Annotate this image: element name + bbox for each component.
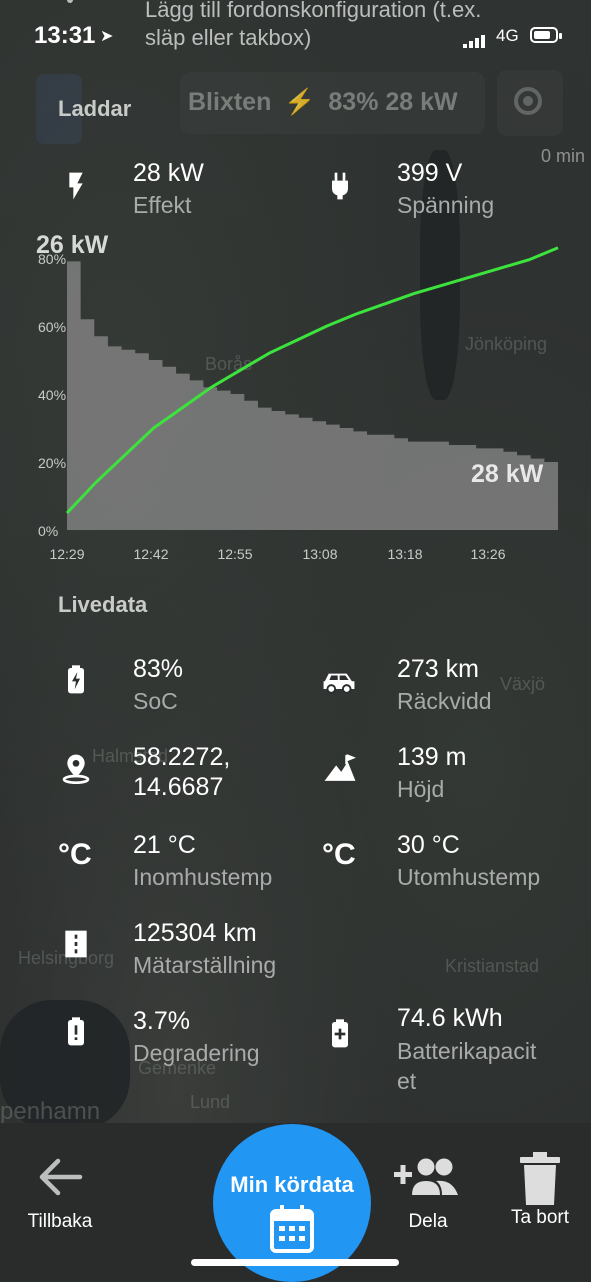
home-indicator [191,1259,399,1266]
vehicle-status: 83% 28 kW [328,88,458,116]
battery-capacity-label-line: Batterikapacit [397,1038,537,1064]
battery-plus-icon [332,1019,348,1048]
power-value: 28 kW [133,159,204,187]
charging-chart: 0%20%40%60%80%12:29 12:42 12:55 13:08 13:18 1… [38,246,559,562]
delete-button[interactable]: Ta bort [500,1152,580,1229]
x-tick-label: 13:26 [470,546,505,562]
battery-capacity-label: Batterikapacit et [397,1036,536,1096]
range-value: 273 km [397,655,479,683]
share-button[interactable]: Dela [388,1155,468,1233]
add-people-icon [394,1158,458,1195]
outside-temp-label: Utomhustemp [397,864,541,890]
my-drivedata-label: Min kördata [230,1172,354,1197]
x-tick-label: 12:42 [133,546,168,562]
battery-capacity-value: 74.6 kWh [397,1004,503,1032]
calendar-icon [270,1205,314,1253]
celsius-icon: °C [58,838,92,871]
eta-text: 0 min [541,146,586,166]
coordinates-value: 58.2272, 14.6687 [133,742,230,802]
chart-peak-label: 26 kW [36,231,109,259]
arrow-left-icon [39,1158,83,1196]
altitude-value: 139 m [397,743,467,771]
voltage-label: Spänning [397,192,495,218]
power-label: Effekt [133,192,192,218]
y-tick-label: 60% [38,319,66,335]
location-pin-icon [62,754,90,784]
status-bar: 13:31 ➤ 4G [0,0,591,72]
x-tick-label: 13:08 [302,546,337,562]
y-tick-label: 40% [38,387,66,403]
odometer-icon [65,930,87,958]
section-title-charging: Laddar [58,96,132,121]
y-tick-label: 0% [38,523,58,539]
bolt-icon [69,172,83,200]
mountain-icon [324,754,356,781]
range-label: Räckvidd [397,688,492,714]
back-label: Tillbaka [27,1211,93,1232]
battery-capacity-label-line: et [397,1068,417,1094]
coordinates-lat: 58.2272, [133,743,231,771]
battery-alert-icon [68,1017,84,1046]
power-area [67,261,558,530]
trash-icon [520,1152,560,1205]
y-tick-label: 20% [38,455,66,471]
inside-temp-label: Inomhustemp [133,864,273,890]
x-tick-label: 13:18 [387,546,422,562]
celsius-icon: °C [322,838,356,871]
battery-icon [530,27,562,43]
signal-icon [463,30,489,48]
x-tick-label: 12:55 [217,546,252,562]
inside-temp-value: 21 °C [133,831,196,859]
odometer-value: 125304 km [133,919,257,947]
vehicle-pill-text: Blixten ⚡ 83% 28 kW [188,88,458,117]
degradation-label: Degradering [133,1040,260,1066]
chart-end-label: 28 kW [471,460,544,488]
back-button[interactable]: Tillbaka [20,1155,100,1233]
bolt-icon: ⚡ [284,88,316,116]
plug-icon [332,172,348,200]
odometer-label: Mätarställning [133,952,277,978]
status-time: 13:31 [34,22,96,49]
locate-button[interactable] [497,70,563,136]
outside-temp-value: 30 °C [397,831,460,859]
vehicle-name: Blixten [188,88,272,116]
location-arrow-icon: ➤ [100,28,114,45]
voltage-value: 399 V [397,159,463,187]
altitude-label: Höjd [397,776,445,802]
degradation-value: 3.7% [133,1007,190,1035]
car-icon [323,673,355,694]
network-type: 4G [496,26,519,45]
share-label: Dela [408,1211,448,1232]
soc-label: SoC [133,688,178,714]
battery-charging-icon [68,665,84,694]
coordinates-lon: 14.6687 [133,773,224,801]
section-title-livedata: Livedata [58,592,148,617]
x-tick-label: 12:29 [49,546,84,562]
delete-label: Ta bort [510,1207,570,1228]
soc-value: 83% [133,655,184,683]
